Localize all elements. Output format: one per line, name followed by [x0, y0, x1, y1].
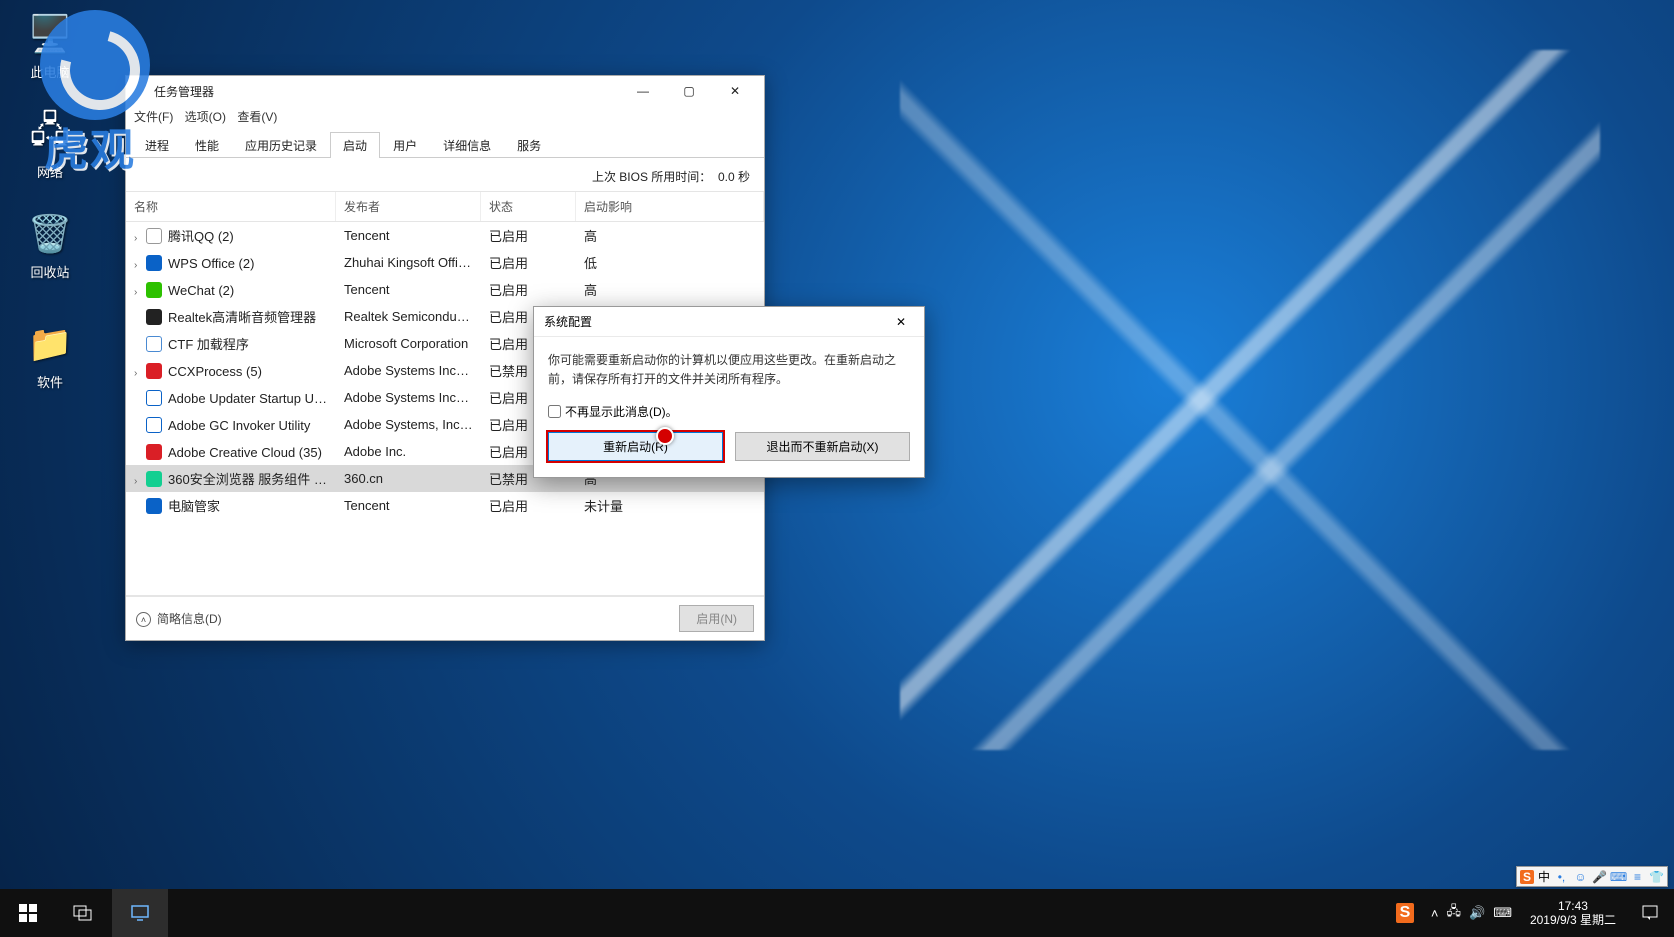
ime-punct-icon[interactable]: •,: [1554, 869, 1569, 884]
ime-skin-icon[interactable]: 👕: [1649, 869, 1664, 884]
tab-3[interactable]: 启动: [330, 132, 380, 158]
tab-6[interactable]: 服务: [504, 132, 554, 158]
desktop-icon-network[interactable]: 🖧 网络: [10, 110, 90, 181]
tray-ime-icon[interactable]: ⌨: [1493, 905, 1512, 921]
menu-options[interactable]: 选项(O): [185, 110, 226, 124]
ime-toolbar[interactable]: S 中 •, ☺ 🎤 ⌨ ≡ 👕: [1516, 866, 1668, 887]
maximize-button[interactable]: ▢: [666, 76, 712, 106]
window-title: 任务管理器: [154, 83, 620, 100]
sogou-icon[interactable]: S: [1520, 870, 1534, 884]
tray-chevron-icon[interactable]: ˄: [1431, 906, 1439, 921]
exit-without-restart-button[interactable]: 退出而不重新启动(X): [735, 432, 910, 461]
table-row[interactable]: 电脑管家Tencent已启用未计量: [126, 492, 764, 519]
tab-2[interactable]: 应用历史记录: [232, 132, 330, 158]
menu-view[interactable]: 查看(V): [237, 110, 277, 124]
notification-icon: [1641, 904, 1659, 922]
system-config-dialog: 系统配置 ✕ 你可能需要重新启动你的计算机以便应用这些更改。在重新启动之前，请保…: [533, 306, 925, 478]
tab-1[interactable]: 性能: [182, 132, 232, 158]
footer: ˄简略信息(D) 启用(N): [126, 595, 764, 640]
table-row[interactable]: ›WeChat (2)Tencent已启用高: [126, 276, 764, 303]
restart-button[interactable]: 重新启动(R): [548, 432, 723, 461]
cursor-highlight: [656, 427, 674, 445]
ime-settings-icon[interactable]: ≡: [1630, 869, 1645, 884]
app-icon: [132, 83, 148, 99]
desktop-label: 网络: [10, 162, 90, 181]
chevron-up-icon: ˄: [136, 612, 151, 627]
tab-4[interactable]: 用户: [380, 132, 430, 158]
desktop-label: 此电脑: [10, 62, 90, 81]
titlebar[interactable]: 任务管理器 — ▢ ✕: [126, 76, 764, 106]
fewer-details-button[interactable]: ˄简略信息(D): [136, 610, 679, 628]
dialog-close-button[interactable]: ✕: [888, 315, 914, 329]
tray-network-icon[interactable]: 🖧: [1447, 902, 1462, 924]
dont-show-checkbox[interactable]: 不再显示此消息(D)。: [548, 405, 678, 419]
ime-emoji-icon[interactable]: ☺: [1573, 869, 1588, 884]
tab-5[interactable]: 详细信息: [430, 132, 504, 158]
folder-icon: 📁: [26, 320, 74, 368]
desktop-icon-this-pc[interactable]: 🖥️ 此电脑: [10, 10, 90, 81]
menubar: 文件(F) 选项(O) 查看(V): [126, 106, 764, 127]
dialog-message: 你可能需要重新启动你的计算机以便应用这些更改。在重新启动之前，请保存所有打开的文…: [534, 337, 924, 399]
desktop-label: 软件: [10, 372, 90, 391]
taskbar-clock[interactable]: 17:43 2019/9/3 星期二: [1520, 899, 1626, 928]
network-icon: 🖧: [26, 110, 74, 158]
tab-bar: 进程性能应用历史记录启动用户详细信息服务: [126, 131, 764, 158]
ime-keyboard-icon[interactable]: ⌨: [1611, 869, 1626, 884]
col-status[interactable]: 状态: [481, 192, 576, 221]
desktop-icon-recycle[interactable]: 🗑️ 回收站: [10, 210, 90, 281]
monitor-icon: [131, 904, 149, 922]
table-row[interactable]: ›腾讯QQ (2)Tencent已启用高: [126, 222, 764, 249]
task-view-button[interactable]: [56, 889, 112, 937]
col-impact[interactable]: 启动影响: [576, 192, 764, 221]
minimize-button[interactable]: —: [620, 76, 666, 106]
ime-lang[interactable]: 中: [1538, 868, 1550, 885]
column-headers: 名称 发布者 状态 启动影响: [126, 191, 764, 222]
taskbar: S ˄ 🖧 🔊 ⌨ 17:43 2019/9/3 星期二: [0, 889, 1674, 937]
recycle-icon: 🗑️: [26, 210, 74, 258]
action-center-button[interactable]: [1626, 889, 1674, 937]
dialog-title: 系统配置: [544, 313, 888, 330]
table-row[interactable]: ›WPS Office (2)Zhuhai Kingsoft Office...…: [126, 249, 764, 276]
col-name[interactable]: 名称: [126, 192, 336, 221]
desktop-label: 回收站: [10, 262, 90, 281]
pc-icon: 🖥️: [26, 10, 74, 58]
taskbar-sogou[interactable]: S: [1387, 889, 1423, 937]
tab-0[interactable]: 进程: [132, 132, 182, 158]
enable-button[interactable]: 启用(N): [679, 605, 754, 632]
col-publisher[interactable]: 发布者: [336, 192, 481, 221]
taskview-icon: [73, 905, 95, 921]
windows-icon: [19, 904, 37, 922]
desktop-icon-software[interactable]: 📁 软件: [10, 320, 90, 391]
taskbar-app-active[interactable]: [112, 889, 168, 937]
tray-volume-icon[interactable]: 🔊: [1469, 905, 1485, 921]
menu-file[interactable]: 文件(F): [134, 110, 173, 124]
ime-mic-icon[interactable]: 🎤: [1592, 869, 1607, 884]
start-button[interactable]: [0, 889, 56, 937]
close-button[interactable]: ✕: [712, 76, 758, 106]
bios-time: 上次 BIOS 所用时间： 0.0 秒: [126, 166, 764, 191]
